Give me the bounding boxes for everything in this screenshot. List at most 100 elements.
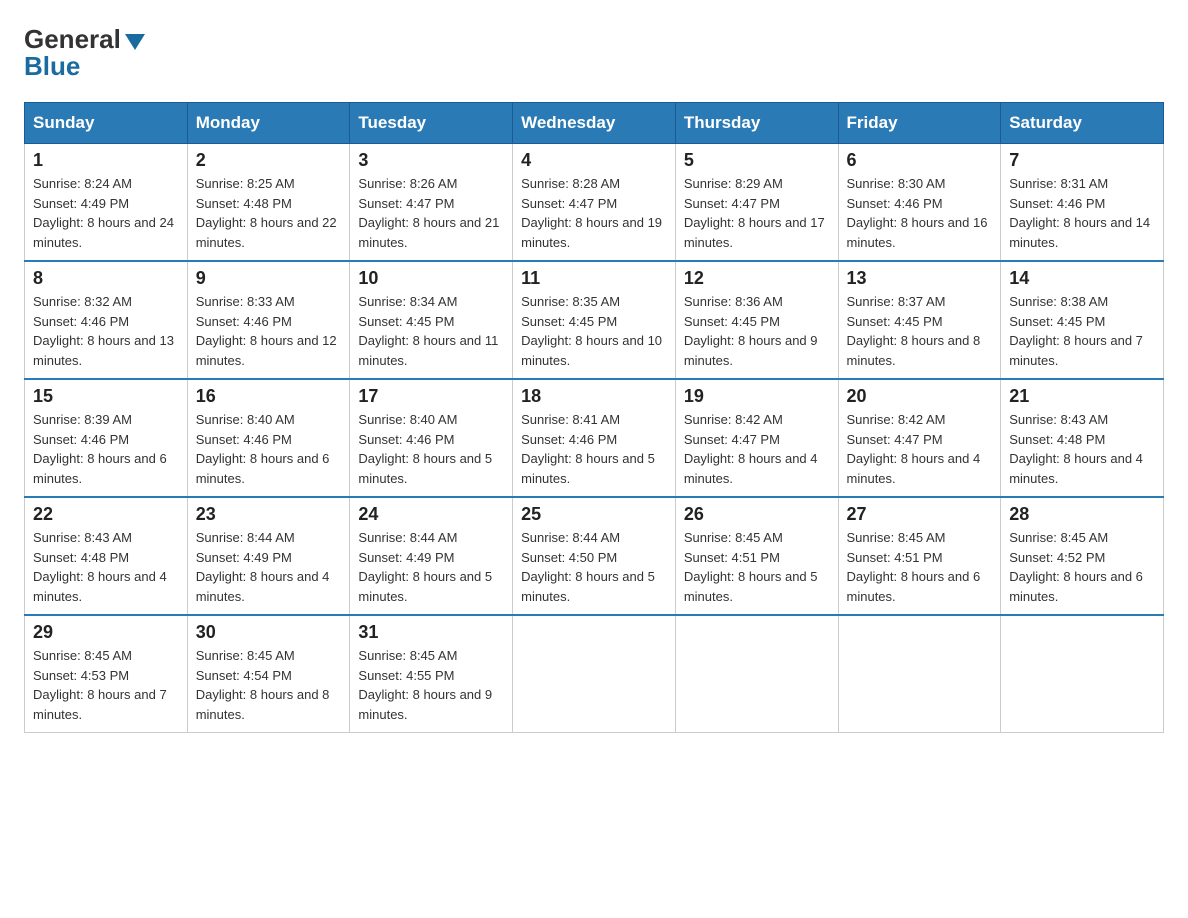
calendar-cell: 2Sunrise: 8:25 AMSunset: 4:48 PMDaylight… bbox=[187, 144, 350, 262]
calendar-cell: 28 Sunrise: 8:45 AMSunset: 4:52 PMDayligh… bbox=[1001, 497, 1164, 615]
day-info: Sunrise: 8:43 AMSunset: 4:48 PMDaylight:… bbox=[1009, 410, 1155, 488]
calendar-cell: 18 Sunrise: 8:41 AMSunset: 4:46 PMDayligh… bbox=[513, 379, 676, 497]
day-number: 9 bbox=[196, 268, 342, 289]
day-info: Sunrise: 8:34 AMSunset: 4:45 PMDaylight:… bbox=[358, 292, 504, 370]
day-header-thursday: Thursday bbox=[675, 103, 838, 144]
calendar-cell bbox=[675, 615, 838, 733]
day-number: 8 bbox=[33, 268, 179, 289]
day-info: Sunrise: 8:45 AMSunset: 4:51 PMDaylight:… bbox=[847, 528, 993, 606]
day-number: 28 bbox=[1009, 504, 1155, 525]
day-info: Sunrise: 8:40 AMSunset: 4:46 PMDaylight:… bbox=[196, 410, 342, 488]
day-number: 6 bbox=[847, 150, 993, 171]
calendar-header-row: SundayMondayTuesdayWednesdayThursdayFrid… bbox=[25, 103, 1164, 144]
day-number: 16 bbox=[196, 386, 342, 407]
day-info: Sunrise: 8:42 AMSunset: 4:47 PMDaylight:… bbox=[684, 410, 830, 488]
day-number: 29 bbox=[33, 622, 179, 643]
day-header-friday: Friday bbox=[838, 103, 1001, 144]
calendar-week-row: 8 Sunrise: 8:32 AMSunset: 4:46 PMDaylight… bbox=[25, 261, 1164, 379]
calendar-cell: 13Sunrise: 8:37 AMSunset: 4:45 PMDayligh… bbox=[838, 261, 1001, 379]
day-header-wednesday: Wednesday bbox=[513, 103, 676, 144]
day-header-saturday: Saturday bbox=[1001, 103, 1164, 144]
day-number: 17 bbox=[358, 386, 504, 407]
calendar-cell: 12Sunrise: 8:36 AMSunset: 4:45 PMDayligh… bbox=[675, 261, 838, 379]
day-info: Sunrise: 8:44 AMSunset: 4:50 PMDaylight:… bbox=[521, 528, 667, 606]
calendar-cell: 4 Sunrise: 8:28 AMSunset: 4:47 PMDaylight… bbox=[513, 144, 676, 262]
calendar-week-row: 22 Sunrise: 8:43 AMSunset: 4:48 PMDayligh… bbox=[25, 497, 1164, 615]
day-info: Sunrise: 8:35 AMSunset: 4:45 PMDaylight:… bbox=[521, 292, 667, 370]
calendar-table: SundayMondayTuesdayWednesdayThursdayFrid… bbox=[24, 102, 1164, 733]
day-info: Sunrise: 8:32 AMSunset: 4:46 PMDaylight:… bbox=[33, 292, 179, 370]
calendar-cell: 16 Sunrise: 8:40 AMSunset: 4:46 PMDayligh… bbox=[187, 379, 350, 497]
calendar-cell: 19 Sunrise: 8:42 AMSunset: 4:47 PMDayligh… bbox=[675, 379, 838, 497]
day-info: Sunrise: 8:42 AMSunset: 4:47 PMDaylight:… bbox=[847, 410, 993, 488]
day-info: Sunrise: 8:30 AMSunset: 4:46 PMDaylight:… bbox=[847, 174, 993, 252]
calendar-cell: 20 Sunrise: 8:42 AMSunset: 4:47 PMDayligh… bbox=[838, 379, 1001, 497]
day-info: Sunrise: 8:33 AMSunset: 4:46 PMDaylight:… bbox=[196, 292, 342, 370]
calendar-cell bbox=[513, 615, 676, 733]
calendar-cell: 26 Sunrise: 8:45 AMSunset: 4:51 PMDayligh… bbox=[675, 497, 838, 615]
day-info: Sunrise: 8:29 AMSunset: 4:47 PMDaylight:… bbox=[684, 174, 830, 252]
calendar-cell bbox=[838, 615, 1001, 733]
calendar-cell: 22 Sunrise: 8:43 AMSunset: 4:48 PMDayligh… bbox=[25, 497, 188, 615]
day-info: Sunrise: 8:28 AMSunset: 4:47 PMDaylight:… bbox=[521, 174, 667, 252]
calendar-cell: 6 Sunrise: 8:30 AMSunset: 4:46 PMDaylight… bbox=[838, 144, 1001, 262]
logo: General Blue bbox=[24, 24, 145, 82]
day-info: Sunrise: 8:24 AMSunset: 4:49 PMDaylight:… bbox=[33, 174, 179, 252]
day-number: 11 bbox=[521, 268, 667, 289]
day-number: 19 bbox=[684, 386, 830, 407]
day-number: 14 bbox=[1009, 268, 1155, 289]
day-info: Sunrise: 8:38 AMSunset: 4:45 PMDaylight:… bbox=[1009, 292, 1155, 370]
day-info: Sunrise: 8:45 AMSunset: 4:53 PMDaylight:… bbox=[33, 646, 179, 724]
day-info: Sunrise: 8:44 AMSunset: 4:49 PMDaylight:… bbox=[196, 528, 342, 606]
calendar-cell: 25 Sunrise: 8:44 AMSunset: 4:50 PMDayligh… bbox=[513, 497, 676, 615]
day-number: 25 bbox=[521, 504, 667, 525]
calendar-cell: 17 Sunrise: 8:40 AMSunset: 4:46 PMDayligh… bbox=[350, 379, 513, 497]
day-number: 24 bbox=[358, 504, 504, 525]
day-info: Sunrise: 8:26 AMSunset: 4:47 PMDaylight:… bbox=[358, 174, 504, 252]
calendar-cell: 1 Sunrise: 8:24 AMSunset: 4:49 PMDaylight… bbox=[25, 144, 188, 262]
day-info: Sunrise: 8:36 AMSunset: 4:45 PMDaylight:… bbox=[684, 292, 830, 370]
day-info: Sunrise: 8:41 AMSunset: 4:46 PMDaylight:… bbox=[521, 410, 667, 488]
day-number: 10 bbox=[358, 268, 504, 289]
logo-blue-text: Blue bbox=[24, 51, 80, 82]
day-number: 3 bbox=[358, 150, 504, 171]
day-number: 18 bbox=[521, 386, 667, 407]
calendar-cell: 11 Sunrise: 8:35 AMSunset: 4:45 PMDayligh… bbox=[513, 261, 676, 379]
calendar-cell: 9 Sunrise: 8:33 AMSunset: 4:46 PMDaylight… bbox=[187, 261, 350, 379]
day-info: Sunrise: 8:37 AMSunset: 4:45 PMDaylight:… bbox=[847, 292, 993, 370]
day-number: 4 bbox=[521, 150, 667, 171]
day-info: Sunrise: 8:45 AMSunset: 4:54 PMDaylight:… bbox=[196, 646, 342, 724]
calendar-week-row: 1 Sunrise: 8:24 AMSunset: 4:49 PMDaylight… bbox=[25, 144, 1164, 262]
logo-arrow-icon bbox=[125, 34, 145, 50]
calendar-cell: 15 Sunrise: 8:39 AMSunset: 4:46 PMDayligh… bbox=[25, 379, 188, 497]
day-info: Sunrise: 8:44 AMSunset: 4:49 PMDaylight:… bbox=[358, 528, 504, 606]
calendar-week-row: 15 Sunrise: 8:39 AMSunset: 4:46 PMDayligh… bbox=[25, 379, 1164, 497]
calendar-cell: 21Sunrise: 8:43 AMSunset: 4:48 PMDayligh… bbox=[1001, 379, 1164, 497]
calendar-cell: 30Sunrise: 8:45 AMSunset: 4:54 PMDayligh… bbox=[187, 615, 350, 733]
day-number: 7 bbox=[1009, 150, 1155, 171]
day-number: 27 bbox=[847, 504, 993, 525]
day-info: Sunrise: 8:43 AMSunset: 4:48 PMDaylight:… bbox=[33, 528, 179, 606]
calendar-cell: 23 Sunrise: 8:44 AMSunset: 4:49 PMDayligh… bbox=[187, 497, 350, 615]
day-info: Sunrise: 8:31 AMSunset: 4:46 PMDaylight:… bbox=[1009, 174, 1155, 252]
day-number: 5 bbox=[684, 150, 830, 171]
day-header-sunday: Sunday bbox=[25, 103, 188, 144]
calendar-cell: 7 Sunrise: 8:31 AMSunset: 4:46 PMDaylight… bbox=[1001, 144, 1164, 262]
day-info: Sunrise: 8:39 AMSunset: 4:46 PMDaylight:… bbox=[33, 410, 179, 488]
calendar-cell: 8 Sunrise: 8:32 AMSunset: 4:46 PMDaylight… bbox=[25, 261, 188, 379]
calendar-cell: 10 Sunrise: 8:34 AMSunset: 4:45 PMDayligh… bbox=[350, 261, 513, 379]
day-number: 1 bbox=[33, 150, 179, 171]
calendar-week-row: 29 Sunrise: 8:45 AMSunset: 4:53 PMDayligh… bbox=[25, 615, 1164, 733]
day-number: 15 bbox=[33, 386, 179, 407]
day-info: Sunrise: 8:45 AMSunset: 4:51 PMDaylight:… bbox=[684, 528, 830, 606]
day-info: Sunrise: 8:45 AMSunset: 4:52 PMDaylight:… bbox=[1009, 528, 1155, 606]
day-number: 23 bbox=[196, 504, 342, 525]
page-header: General Blue bbox=[24, 24, 1164, 82]
day-number: 20 bbox=[847, 386, 993, 407]
day-number: 26 bbox=[684, 504, 830, 525]
day-info: Sunrise: 8:45 AMSunset: 4:55 PMDaylight:… bbox=[358, 646, 504, 724]
day-number: 22 bbox=[33, 504, 179, 525]
calendar-cell: 27 Sunrise: 8:45 AMSunset: 4:51 PMDayligh… bbox=[838, 497, 1001, 615]
day-info: Sunrise: 8:40 AMSunset: 4:46 PMDaylight:… bbox=[358, 410, 504, 488]
calendar-cell: 14 Sunrise: 8:38 AMSunset: 4:45 PMDayligh… bbox=[1001, 261, 1164, 379]
